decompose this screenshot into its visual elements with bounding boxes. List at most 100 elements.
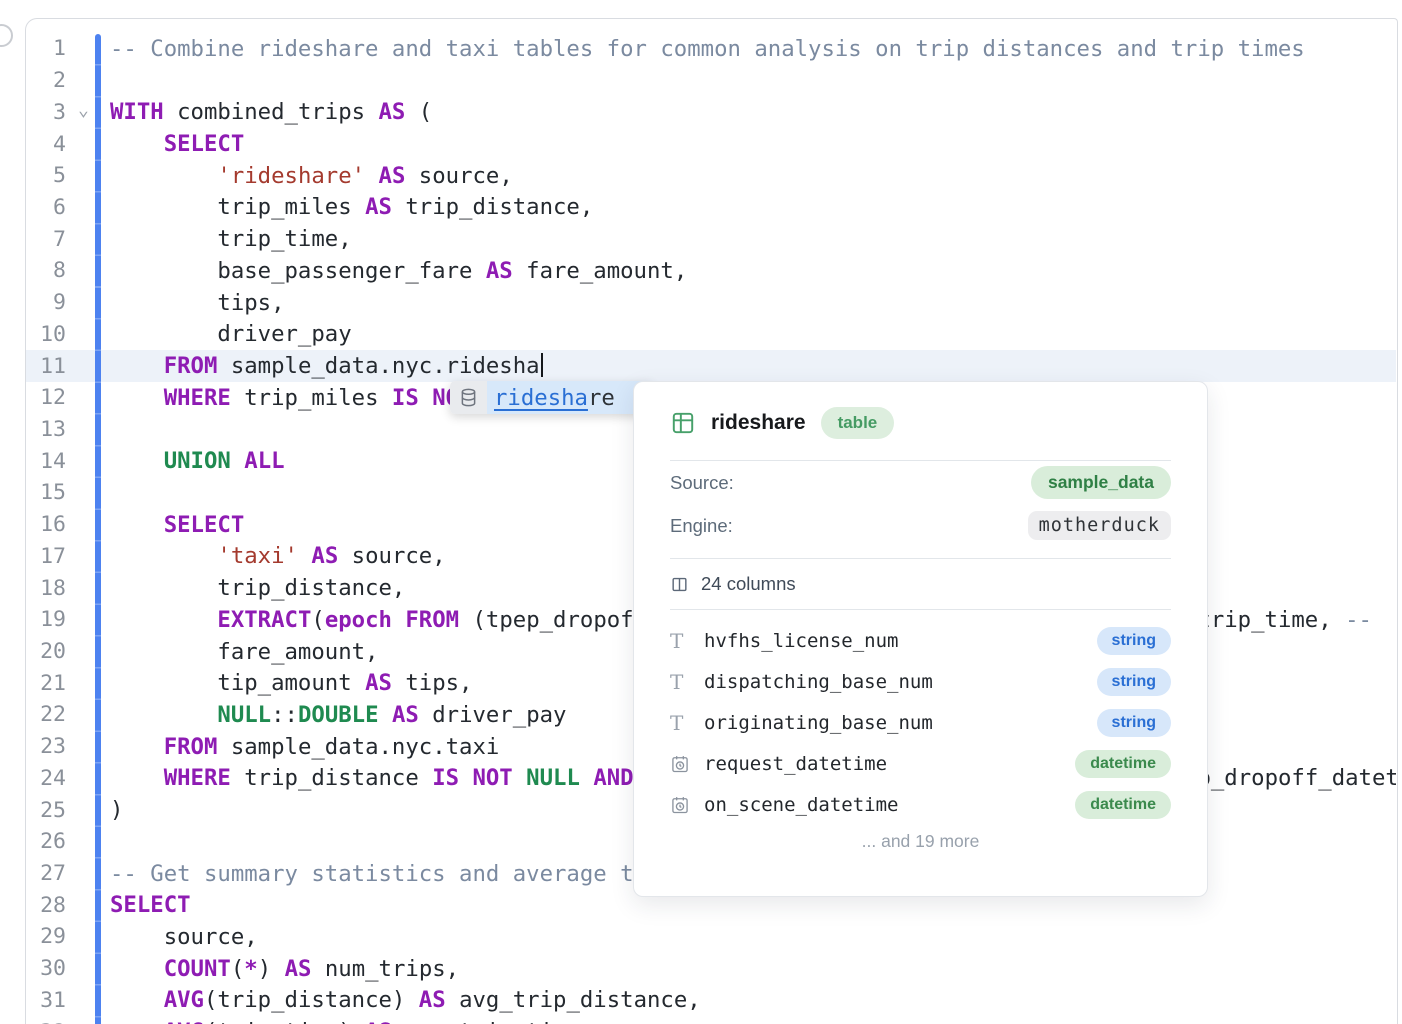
- code-line[interactable]: 1 -- Combine rideshare and taxi tables fo…: [26, 33, 1396, 65]
- line-number: 2: [26, 68, 66, 93]
- line-number: 30: [26, 956, 66, 981]
- columns-icon: [670, 575, 689, 594]
- gutter: [66, 192, 110, 224]
- code-text: WITH combined_trips AS (: [110, 99, 1396, 125]
- code-text: driver_pay: [110, 321, 1396, 347]
- table-type-badge: table: [821, 407, 895, 439]
- code-line[interactable]: 11 FROM sample_data.nyc.ridesha: [26, 350, 1396, 382]
- gutter: [66, 382, 110, 414]
- line-number: 3: [26, 100, 66, 125]
- line-number: 29: [26, 924, 66, 949]
- column-row: on_scene_datetimedatetime: [670, 784, 1171, 825]
- line-number: 10: [26, 322, 66, 347]
- line-number: 27: [26, 861, 66, 886]
- gutter: [66, 33, 110, 65]
- gutter: [66, 858, 110, 890]
- gutter: [66, 445, 110, 477]
- code-line[interactable]: 29 source,: [26, 921, 1396, 953]
- line-number: 8: [26, 258, 66, 283]
- line-number: 21: [26, 671, 66, 696]
- code-line[interactable]: 8 base_passenger_fare AS fare_amount,: [26, 255, 1396, 287]
- line-number: 7: [26, 227, 66, 252]
- source-label: Source:: [670, 472, 734, 494]
- line-number: 6: [26, 195, 66, 220]
- column-name: request_datetime: [704, 753, 1075, 775]
- gutter: [66, 921, 110, 953]
- column-type-badge: string: [1097, 627, 1171, 655]
- table-icon: [670, 410, 696, 436]
- gutter: [66, 128, 110, 160]
- gutter: [66, 699, 110, 731]
- column-name: on_scene_datetime: [704, 794, 1075, 816]
- code-text: COUNT(*) AS num_trips,: [110, 956, 1396, 982]
- gutter: [66, 541, 110, 573]
- text-type-icon: T: [670, 711, 683, 735]
- autocomplete-dropdown[interactable]: rideshare: [450, 381, 653, 414]
- code-text: SELECT: [110, 131, 1396, 157]
- code-line[interactable]: 6 trip_miles AS trip_distance,: [26, 192, 1396, 224]
- autocomplete-rest-text: re: [588, 385, 615, 411]
- partial-ui-fragment: [0, 24, 13, 47]
- column-type-badge: datetime: [1075, 750, 1171, 778]
- gutter: [66, 604, 110, 636]
- line-number: 19: [26, 607, 66, 632]
- line-number: 9: [26, 290, 66, 315]
- line-number: 23: [26, 734, 66, 759]
- line-number: 12: [26, 385, 66, 410]
- gutter: [66, 160, 110, 192]
- code-line[interactable]: 10 driver_pay: [26, 318, 1396, 350]
- code-line[interactable]: 9 tips,: [26, 287, 1396, 319]
- code-text: 'rideshare' AS source,: [110, 163, 1396, 189]
- line-number: 1: [26, 36, 66, 61]
- database-icon: [450, 381, 487, 414]
- code-line[interactable]: 2: [26, 65, 1396, 97]
- gutter: [66, 953, 110, 985]
- line-number: 16: [26, 512, 66, 537]
- column-type-badge: string: [1097, 668, 1171, 696]
- code-line[interactable]: 4 SELECT: [26, 128, 1396, 160]
- popup-header: rideshare table: [670, 403, 1171, 443]
- code-line[interactable]: 5 'rideshare' AS source,: [26, 160, 1396, 192]
- column-row: Thvfhs_license_numstring: [670, 620, 1171, 661]
- gutter: [66, 1016, 110, 1024]
- code-line[interactable]: 31 AVG(trip_distance) AS avg_trip_distan…: [26, 985, 1396, 1017]
- autocomplete-match-text: ridesha: [494, 385, 588, 411]
- code-line[interactable]: 32 AVG(trip_time) AS avg_trip_time,: [26, 1016, 1396, 1024]
- autocomplete-item-rideshare[interactable]: rideshare: [487, 381, 653, 414]
- text-type-icon: T: [670, 670, 683, 694]
- code-line[interactable]: 3 ⌄ WITH combined_trips AS (: [26, 96, 1396, 128]
- code-text: AVG(trip_time) AS avg_trip_time,: [110, 1019, 1396, 1024]
- column-name: hvfhs_license_num: [704, 630, 1097, 652]
- column-name: originating_base_num: [704, 712, 1097, 734]
- code-text: -- Combine rideshare and taxi tables for…: [110, 36, 1396, 62]
- calendar-clock-icon: [670, 795, 690, 815]
- gutter: [66, 572, 110, 604]
- gutter: [66, 509, 110, 541]
- code-line[interactable]: 30 COUNT(*) AS num_trips,: [26, 953, 1396, 985]
- code-text: base_passenger_fare AS fare_amount,: [110, 258, 1396, 284]
- text-cursor: [541, 353, 543, 377]
- code-text: AVG(trip_distance) AS avg_trip_distance,: [110, 987, 1396, 1013]
- gutter: [66, 794, 110, 826]
- line-number: 25: [26, 798, 66, 823]
- columns-summary-text: 24 columns: [701, 573, 796, 595]
- code-line[interactable]: 7 trip_time,: [26, 223, 1396, 255]
- calendar-clock-icon: [670, 754, 690, 774]
- code-text: trip_time,: [110, 226, 1396, 252]
- engine-row: Engine: motherduck: [670, 504, 1171, 547]
- gutter: [66, 985, 110, 1017]
- gutter: [66, 350, 110, 382]
- line-number: 31: [26, 988, 66, 1013]
- gutter: [66, 731, 110, 763]
- column-list: Thvfhs_license_numstringTdispatching_bas…: [670, 620, 1171, 825]
- fold-chevron-icon[interactable]: ⌄: [78, 102, 89, 120]
- column-name: dispatching_base_num: [704, 671, 1097, 693]
- sql-editor-screen: 1 -- Combine rideshare and taxi tables fo…: [0, 0, 1402, 1024]
- column-type-badge: string: [1097, 709, 1171, 737]
- line-number: 22: [26, 702, 66, 727]
- source-row: Source: sample_data: [670, 461, 1171, 504]
- code-text: trip_miles AS trip_distance,: [110, 194, 1396, 220]
- change-indicator-bar: [95, 34, 101, 1024]
- column-row: Toriginating_base_numstring: [670, 702, 1171, 743]
- line-number: 18: [26, 576, 66, 601]
